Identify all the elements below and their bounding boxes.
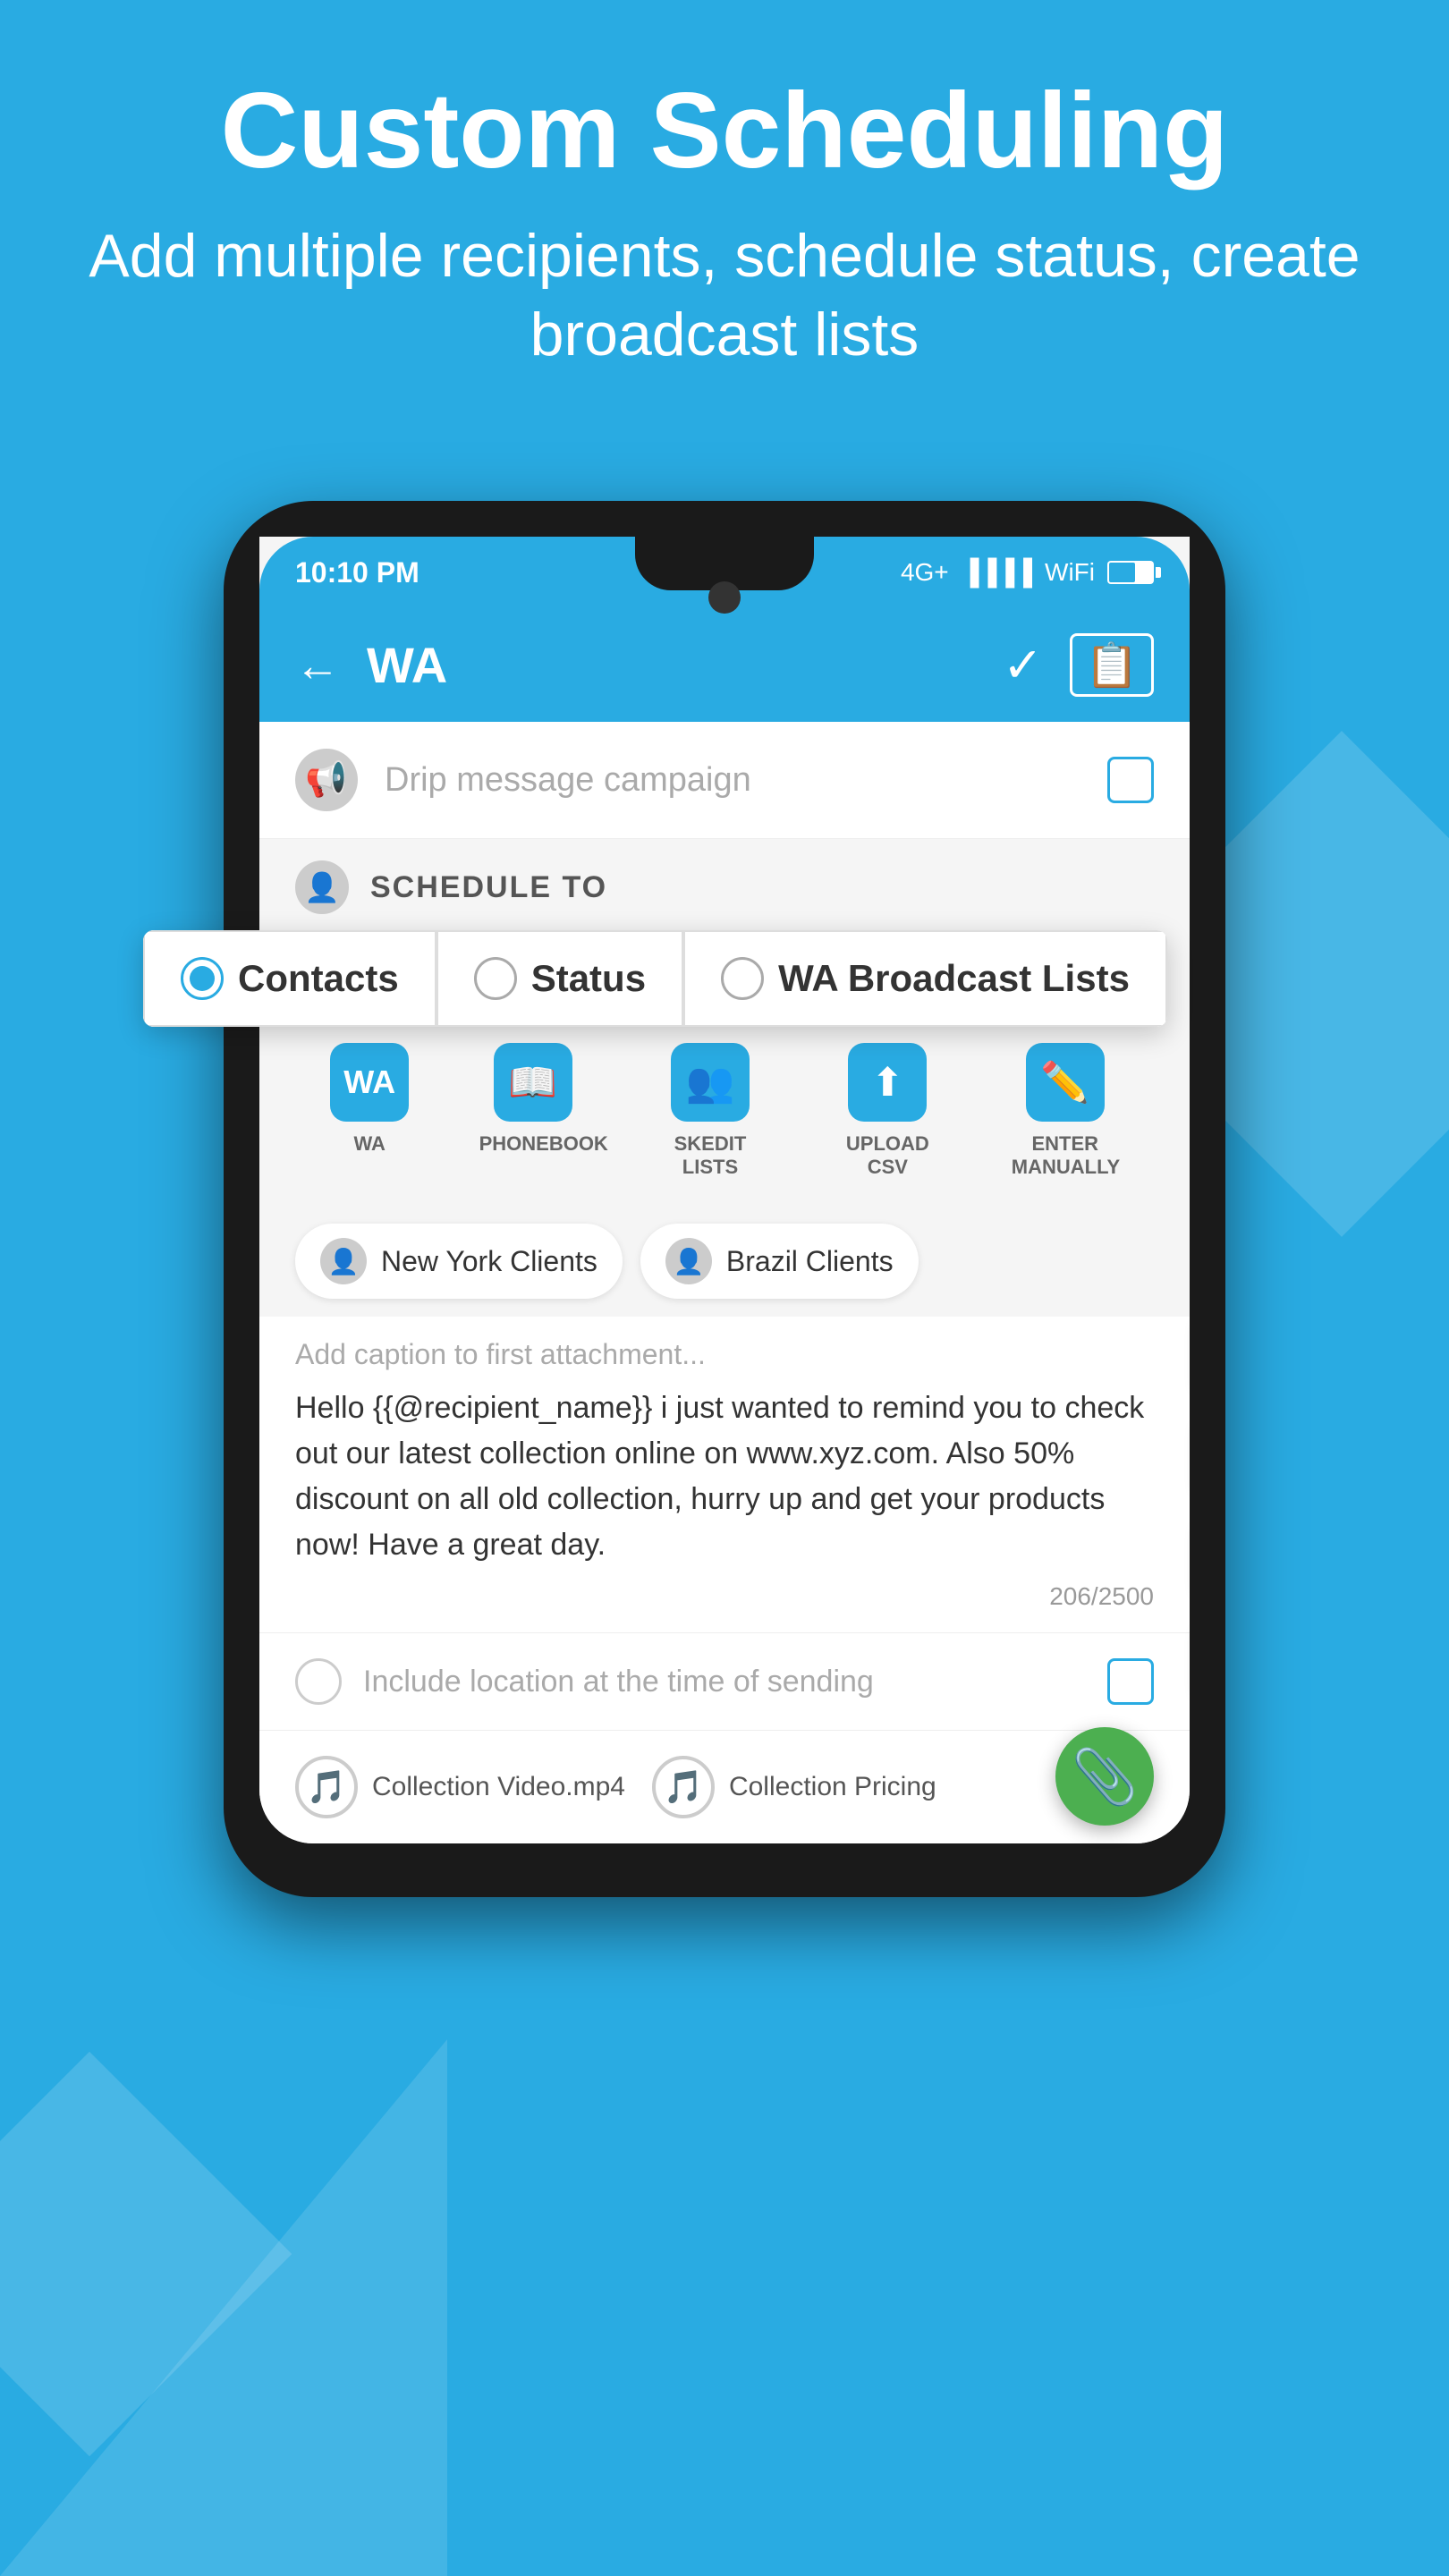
recipients-chips: 👤 New York Clients 👤 Brazil Clients: [259, 1206, 1190, 1317]
location-text: Include location at the time of sending: [363, 1665, 1086, 1699]
attachment-pricing[interactable]: 🎵 Collection Pricing: [652, 1756, 936, 1818]
megaphone-icon: 📢: [295, 749, 358, 811]
icon-grid: WA WA 📖 PHONEBOOK 👥 SKEDIT LISTS ⬆ UPLOA…: [259, 1025, 1190, 1206]
app-header: ← WA ✓ 📋: [259, 608, 1190, 722]
location-toggle[interactable]: [295, 1658, 342, 1705]
tab-wa-broadcast-overlay[interactable]: WA Broadcast Lists: [683, 930, 1167, 1027]
phonebook-icon-item[interactable]: 📖 PHONEBOOK: [479, 1043, 587, 1179]
status-icons: 4G+ ▐▐▐▐ WiFi: [901, 558, 1154, 587]
radio-wa-icon: [721, 957, 764, 1000]
attachment-video[interactable]: 🎵 Collection Video.mp4: [295, 1756, 625, 1818]
main-title: Custom Scheduling: [54, 72, 1395, 190]
phonebook-icon-box: 📖: [494, 1043, 572, 1122]
wa-icon-item[interactable]: WA WA: [330, 1043, 409, 1179]
upload-icon-box: ⬆: [848, 1043, 927, 1122]
campaign-row: 📢 Drip message campaign: [259, 722, 1190, 839]
wifi-icon: WiFi: [1045, 558, 1095, 587]
skedit-icon-label: SKEDIT LISTS: [657, 1132, 764, 1179]
network-icon: 4G+: [901, 558, 949, 587]
tab-wa-broadcast-label: WA Broadcast Lists: [778, 957, 1130, 1000]
upload-icon-item[interactable]: ⬆ UPLOAD CSV: [834, 1043, 941, 1179]
manual-icon-label: ENTER MANUALLY: [1012, 1132, 1119, 1179]
schedule-section: 👤 SCHEDULE TO: [259, 839, 1190, 936]
battery-icon: [1107, 561, 1154, 584]
chip-avatar-brazil: 👤: [665, 1238, 712, 1284]
recipient-chip-brazil[interactable]: 👤 Brazil Clients: [640, 1224, 919, 1299]
radio-contacts-icon: [181, 957, 224, 1000]
schedule-label: SCHEDULE TO: [370, 870, 607, 905]
skedit-icon-item[interactable]: 👥 SKEDIT LISTS: [657, 1043, 764, 1179]
tab-contacts-label: Contacts: [238, 957, 399, 1000]
skedit-icon-box: 👥: [671, 1043, 750, 1122]
tab-status-label: Status: [531, 957, 646, 1000]
radio-tabs-overlay: Contacts Status WA Broadcast Lists: [143, 930, 1167, 1027]
app-title: WA: [367, 636, 976, 694]
person-icon: 👤: [295, 860, 349, 914]
manual-icon-box: ✏️: [1026, 1043, 1105, 1122]
front-camera: [708, 581, 741, 614]
recipient-chip-ny[interactable]: 👤 New York Clients: [295, 1224, 623, 1299]
attachment-pricing-icon: 🎵: [652, 1756, 715, 1818]
info-button[interactable]: 📋: [1070, 633, 1154, 697]
attachment-video-name: Collection Video.mp4: [372, 1772, 625, 1802]
sub-title: Add multiple recipients, schedule status…: [54, 216, 1395, 375]
message-text[interactable]: Hello {{@recipient_name}} i just wanted …: [295, 1385, 1154, 1568]
manual-icon-item[interactable]: ✏️ ENTER MANUALLY: [1012, 1043, 1119, 1179]
attachment-pricing-name: Collection Pricing: [729, 1772, 936, 1802]
chip-avatar-ny: 👤: [320, 1238, 367, 1284]
phone-device: 10:10 PM 4G+ ▐▐▐▐ WiFi ← WA ✓ 📋: [224, 501, 1225, 1897]
chip-label-brazil: Brazil Clients: [726, 1245, 894, 1278]
location-row: Include location at the time of sending: [259, 1632, 1190, 1730]
upload-icon-label: UPLOAD CSV: [834, 1132, 941, 1179]
battery-fill: [1109, 563, 1135, 582]
phonebook-icon-label: PHONEBOOK: [479, 1132, 587, 1156]
signal-icon: ▐▐▐▐: [962, 558, 1032, 587]
fab-button[interactable]: 📎: [1055, 1727, 1154, 1826]
back-button[interactable]: ←: [295, 640, 340, 691]
tab-contacts-overlay[interactable]: Contacts: [143, 930, 436, 1027]
app-screen: 10:10 PM 4G+ ▐▐▐▐ WiFi ← WA ✓ 📋: [259, 537, 1190, 1843]
message-area: Add caption to first attachment... Hello…: [259, 1317, 1190, 1632]
radio-status-icon: [474, 957, 517, 1000]
location-checkbox[interactable]: [1107, 1658, 1154, 1705]
check-button[interactable]: ✓: [1003, 637, 1043, 693]
caption-input[interactable]: Add caption to first attachment...: [295, 1338, 1154, 1371]
attachment-video-icon: 🎵: [295, 1756, 358, 1818]
campaign-placeholder[interactable]: Drip message campaign: [385, 761, 1080, 800]
tab-status-overlay[interactable]: Status: [436, 930, 683, 1027]
attachments-row: 🎵 Collection Video.mp4 🎵 Collection Pric…: [259, 1730, 1190, 1843]
wa-icon-label: WA: [353, 1132, 385, 1156]
wa-icon-box: WA: [330, 1043, 409, 1122]
message-count: 206/2500: [295, 1582, 1154, 1611]
phone-wrapper: Contacts Status WA Broadcast Lists 10:10…: [224, 501, 1225, 1897]
header-section: Custom Scheduling Add multiple recipient…: [0, 0, 1449, 411]
chip-label-ny: New York Clients: [381, 1245, 597, 1278]
phone-notch: [635, 537, 814, 590]
campaign-checkbox[interactable]: [1107, 757, 1154, 803]
bg-triangle-left: [0, 2039, 447, 2576]
status-time: 10:10 PM: [295, 556, 419, 589]
